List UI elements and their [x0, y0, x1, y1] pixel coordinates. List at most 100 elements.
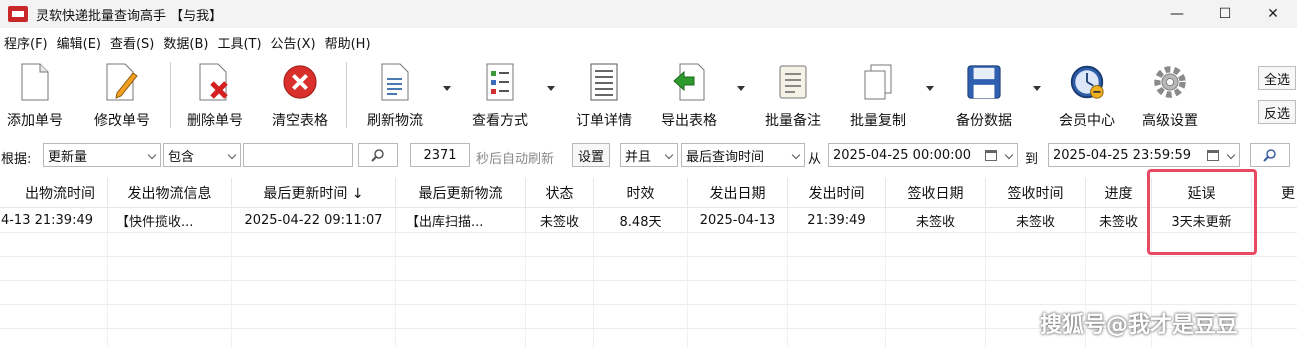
backup-dropdown-icon[interactable]: [1033, 86, 1041, 91]
logic-select[interactable]: 并且: [620, 143, 678, 167]
column-header[interactable]: 出物流时间: [0, 178, 108, 208]
filter-bar: 根据: 更新量 包含 2371 秒后自动刷新 设置 并且 最后查询时间 从 20…: [0, 140, 1297, 172]
delete-number-label: 删除单号: [187, 113, 243, 129]
advanced-settings-label: 高级设置: [1142, 113, 1198, 129]
from-label: 从: [808, 152, 822, 167]
gear-icon: [1152, 62, 1188, 102]
table-cell: 未签收: [526, 208, 594, 232]
filter-field-select[interactable]: 更新量: [43, 143, 161, 167]
edit-number-label: 修改单号: [94, 113, 150, 129]
column-header[interactable]: 签收时间: [986, 178, 1086, 208]
pencil-document-icon: [104, 62, 140, 102]
order-detail-label: 订单详情: [576, 113, 632, 129]
scroll-note-icon: [775, 62, 811, 102]
logic-value: 并且: [625, 149, 652, 165]
window-title: 灵软快递批量查询高手 【与我】: [36, 8, 223, 24]
table-cell: 2025-04-22 09:11:07: [232, 208, 396, 232]
table-cell: 2025-04-13: [688, 208, 788, 232]
detail-form-icon: [586, 62, 622, 102]
order-detail-button[interactable]: 订单详情: [566, 62, 642, 130]
column-header[interactable]: 更: [1252, 178, 1297, 208]
clear-table-label: 清空表格: [272, 113, 328, 129]
refresh-seconds-field[interactable]: 2371: [410, 143, 470, 167]
title-bar: 灵软快递批量查询高手 【与我】 — ☐ ✕: [0, 0, 1297, 28]
date-search-button[interactable]: [1250, 143, 1290, 167]
delay-column-highlight: [1147, 169, 1257, 255]
select-all-button[interactable]: 全选: [1258, 66, 1296, 90]
time-field-value: 最后查询时间: [686, 149, 765, 165]
minimize-button[interactable]: —: [1153, 0, 1201, 28]
export-arrow-icon: [671, 62, 707, 102]
toolbar: 添加单号 修改单号 删除单号 清空表格 刷新物流 查看方式 订单详情 导出表格 …: [0, 58, 1297, 134]
column-header[interactable]: 发出时间: [788, 178, 886, 208]
view-mode-dropdown-icon[interactable]: [547, 86, 555, 91]
add-number-label: 添加单号: [7, 113, 63, 129]
menu-bar: 程序(F) 编辑(E) 查看(S) 数据(B) 工具(T) 公告(X) 帮助(H…: [0, 31, 376, 53]
refresh-logistics-label: 刷新物流: [367, 113, 423, 129]
table-cell: 【出库扫描...: [396, 208, 526, 232]
calendar-icon: [1207, 150, 1219, 161]
advanced-settings-button[interactable]: 高级设置: [1132, 62, 1208, 130]
backup-data-button[interactable]: 备份数据: [946, 62, 1022, 130]
column-header[interactable]: 发出日期: [688, 178, 788, 208]
batch-copy-button[interactable]: 批量复制: [840, 62, 916, 130]
view-mode-button[interactable]: 查看方式: [462, 62, 538, 130]
column-header[interactable]: 最后更新时间 ↓: [232, 178, 396, 208]
table-cell: [1252, 208, 1297, 232]
close-button[interactable]: ✕: [1249, 0, 1297, 28]
menu-data[interactable]: 数据(B): [159, 33, 212, 52]
calendar-icon: [985, 150, 997, 161]
menu-tools[interactable]: 工具(T): [213, 33, 265, 52]
table-cell: 4-13 21:39:49: [0, 208, 108, 232]
edit-number-button[interactable]: 修改单号: [84, 62, 160, 130]
clear-table-button[interactable]: 清空表格: [262, 62, 338, 130]
menu-help[interactable]: 帮助(H): [321, 33, 375, 52]
column-header[interactable]: 时效: [594, 178, 688, 208]
menu-edit[interactable]: 编辑(E): [53, 33, 105, 52]
member-center-label: 会员中心: [1059, 113, 1115, 129]
settings-button[interactable]: 设置: [572, 143, 610, 167]
delete-number-button[interactable]: 删除单号: [177, 62, 253, 130]
export-table-label: 导出表格: [661, 113, 717, 129]
copy-dropdown-icon[interactable]: [926, 86, 934, 91]
add-number-button[interactable]: 添加单号: [0, 62, 73, 130]
table-cell: 8.48天: [594, 208, 688, 232]
from-date-picker[interactable]: 2025-04-25 00:00:00: [828, 143, 1018, 167]
to-date-value: 2025-04-25 23:59:59: [1053, 147, 1192, 163]
menu-notice[interactable]: 公告(X): [267, 33, 320, 52]
member-center-button[interactable]: 会员中心: [1049, 62, 1125, 130]
clear-x-icon: [282, 62, 318, 102]
column-header[interactable]: 发出物流信息: [108, 178, 232, 208]
filter-operator-select[interactable]: 包含: [163, 143, 241, 167]
to-date-picker[interactable]: 2025-04-25 23:59:59: [1048, 143, 1240, 167]
menu-program[interactable]: 程序(F): [0, 33, 52, 52]
column-header[interactable]: 状态: [526, 178, 594, 208]
copy-documents-icon: [860, 62, 896, 102]
invert-selection-button[interactable]: 反选: [1258, 100, 1296, 124]
column-header[interactable]: 进度: [1086, 178, 1152, 208]
column-header[interactable]: 签收日期: [886, 178, 986, 208]
refresh-dropdown-icon[interactable]: [443, 86, 451, 91]
search-button[interactable]: [358, 143, 398, 167]
batch-note-button[interactable]: 批量备注: [755, 62, 831, 130]
column-header[interactable]: 最后更新物流: [396, 178, 526, 208]
batch-copy-label: 批量复制: [850, 113, 906, 129]
maximize-button[interactable]: ☐: [1201, 0, 1249, 28]
document-icon: [17, 62, 53, 102]
time-field-select[interactable]: 最后查询时间: [681, 143, 805, 167]
from-date-value: 2025-04-25 00:00:00: [833, 147, 972, 163]
table-cell: 未签收: [1086, 208, 1152, 232]
auto-refresh-label: 秒后自动刷新: [476, 152, 555, 167]
refresh-logistics-button[interactable]: 刷新物流: [357, 62, 433, 130]
export-dropdown-icon[interactable]: [737, 86, 745, 91]
magnifier-icon: [1263, 149, 1276, 162]
filter-operator-value: 包含: [168, 149, 195, 165]
menu-view[interactable]: 查看(S): [106, 33, 158, 52]
keyword-input[interactable]: [243, 143, 353, 167]
delete-document-icon: [197, 62, 233, 102]
export-table-button[interactable]: 导出表格: [651, 62, 727, 130]
app-logo-icon: [8, 6, 28, 22]
filter-field-value: 更新量: [48, 149, 88, 165]
clock-icon: [1069, 62, 1105, 102]
list-document-icon: [377, 62, 413, 102]
